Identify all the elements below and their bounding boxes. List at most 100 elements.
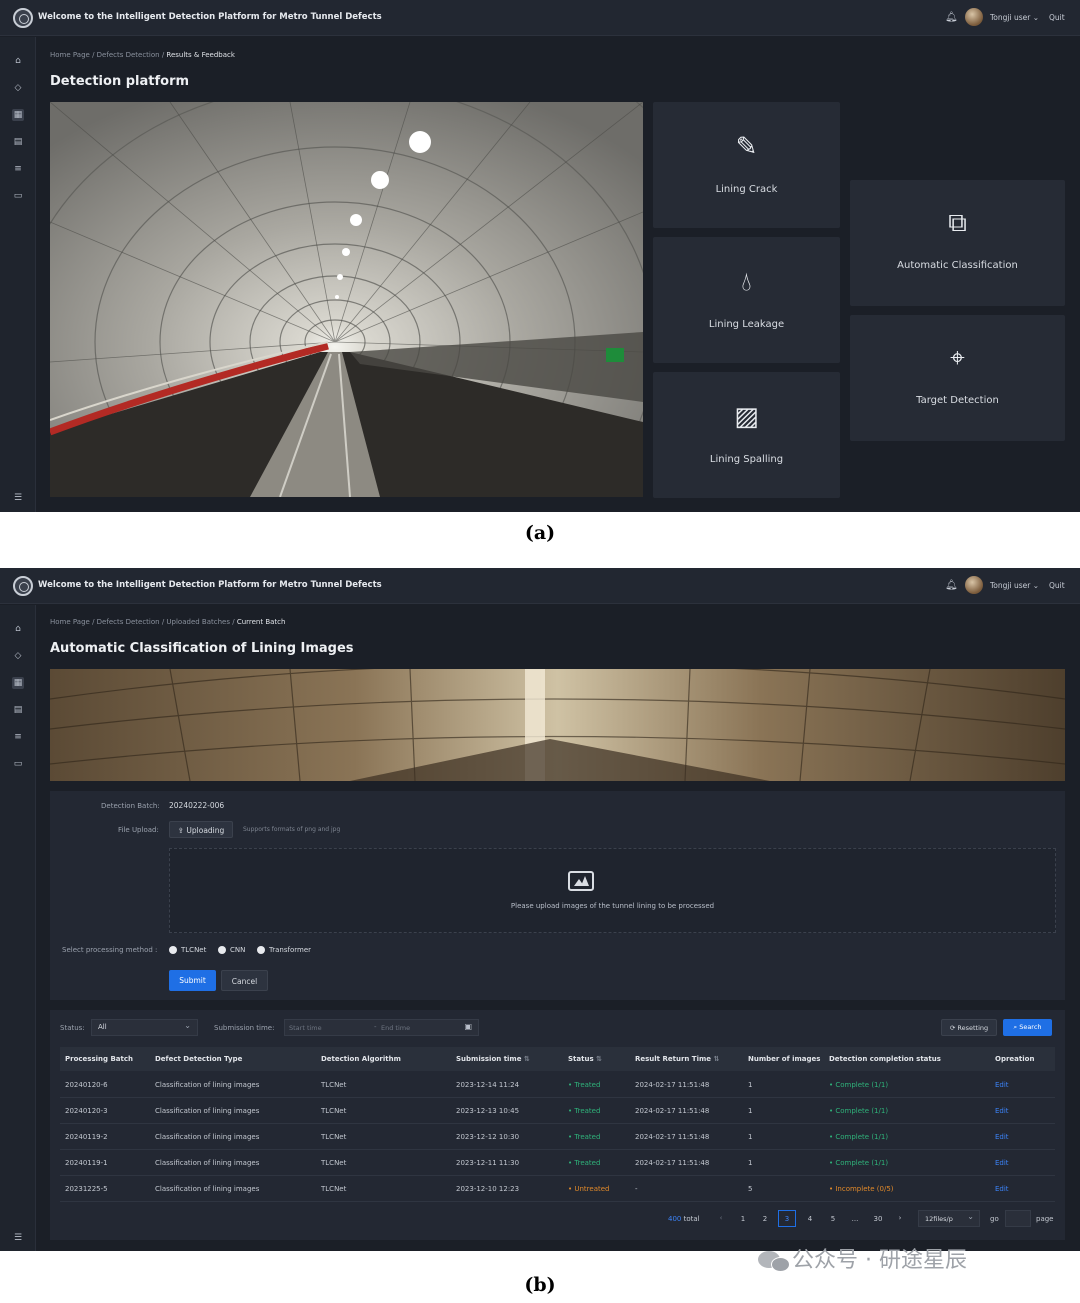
status-badge: • Treated [568, 1159, 601, 1167]
page-3-current[interactable]: 3 [778, 1210, 796, 1227]
home-icon[interactable]: ⌂ [12, 55, 24, 67]
completion-badge: • Incomplete (0/5) [829, 1185, 894, 1193]
tag-icon[interactable]: ◇ [12, 650, 24, 662]
row-divider [60, 1175, 1055, 1176]
sidebar: ⌂ ◇ ▦ ▤ ≡ ▭ ☰ [0, 605, 36, 1251]
app-title: Welcome to the Intelligent Detection Pla… [38, 580, 382, 590]
collapse-menu-icon[interactable]: ☰ [12, 1232, 24, 1244]
table-icon[interactable]: ▦ [12, 109, 24, 121]
table-icon[interactable]: ▦ [12, 677, 24, 689]
submission-time-label: Submission time: [214, 1024, 275, 1032]
water-drop-icon: 💧︎ [741, 267, 752, 297]
settings-sliders-icon[interactable]: ≡ [12, 731, 24, 743]
chart-image-icon: ▨ [734, 402, 759, 432]
page-4[interactable]: 4 [804, 1215, 816, 1223]
prev-page-button[interactable]: ‹ [716, 1214, 726, 1222]
quit-link[interactable]: Quit [1049, 581, 1065, 590]
radio-cnn[interactable] [218, 946, 226, 954]
status-filter-label: Status: [60, 1024, 85, 1032]
caption-a: (a) [524, 522, 556, 544]
row-divider [60, 1097, 1055, 1098]
avatar[interactable] [965, 8, 983, 26]
col-status[interactable]: Status ⇅ [568, 1055, 602, 1063]
sort-icon: ⇅ [523, 1055, 530, 1063]
reset-button[interactable]: ⟳ Resetting [941, 1019, 997, 1036]
col-defect-type: Defect Detection Type [155, 1055, 243, 1063]
date-range-picker[interactable]: Start time - End time ▣ [284, 1019, 479, 1036]
col-algorithm: Detection Algorithm [321, 1055, 401, 1063]
document-icon[interactable]: ▤ [12, 704, 24, 716]
lining-crack-card[interactable]: ✎ Lining Crack [653, 102, 840, 228]
user-menu[interactable]: Tongji user ⌄ [990, 581, 1039, 590]
image-upload-icon [568, 871, 594, 891]
edit-link[interactable]: Edit [995, 1081, 1009, 1089]
completion-badge: • Complete (1/1) [829, 1133, 889, 1141]
settings-sliders-icon[interactable]: ≡ [12, 163, 24, 175]
status-badge: • Treated [568, 1081, 601, 1089]
page-5[interactable]: 5 [827, 1215, 839, 1223]
edit-link[interactable]: Edit [995, 1185, 1009, 1193]
col-completion-status: Detection completion status [829, 1055, 941, 1063]
caption-b: (b) [524, 1274, 556, 1296]
upload-icon: ⇪ [177, 826, 184, 835]
tunnel-banner-photo [50, 669, 1065, 781]
status-select[interactable]: All ⌄ [91, 1019, 198, 1036]
target-detection-card[interactable]: ⌖ Target Detection [850, 315, 1065, 441]
col-submission-time[interactable]: Submission time ⇅ [456, 1055, 530, 1063]
col-result-return-time[interactable]: Result Return Time ⇅ [635, 1055, 719, 1063]
search-button[interactable]: ⌕ Search [1003, 1019, 1052, 1036]
upload-dropzone[interactable]: Please upload images of the tunnel linin… [169, 848, 1056, 933]
document-icon[interactable]: ▤ [12, 136, 24, 148]
edit-link[interactable]: Edit [995, 1107, 1009, 1115]
user-menu[interactable]: Tongji user ⌄ [990, 13, 1039, 22]
status-badge: • Treated [568, 1107, 601, 1115]
radio-tlcnet[interactable] [169, 946, 177, 954]
bell-icon[interactable]: 🔔︎ [945, 580, 958, 591]
row-divider [60, 1201, 1055, 1202]
page-2[interactable]: 2 [759, 1215, 771, 1223]
card-label: Lining Leakage [708, 319, 785, 330]
lining-leakage-card[interactable]: 💧︎ Lining Leakage [653, 237, 840, 363]
col-processing-batch: Processing Batch [65, 1055, 133, 1063]
edit-image-icon: ✎ [735, 132, 758, 162]
page-jump-input[interactable] [1005, 1210, 1031, 1227]
radio-transformer[interactable] [257, 946, 265, 954]
avatar[interactable] [965, 576, 983, 594]
batch-table-panel [50, 1010, 1065, 1240]
quit-link[interactable]: Quit [1049, 13, 1065, 22]
top-bar: Welcome to the Intelligent Detection Pla… [0, 0, 1080, 36]
page-ellipsis[interactable]: ... [848, 1215, 862, 1223]
page-1[interactable]: 1 [737, 1215, 749, 1223]
method-label: Select processing method : [62, 946, 158, 954]
card-label: Automatic Classification [897, 260, 1018, 271]
university-logo [13, 576, 33, 596]
home-icon[interactable]: ⌂ [12, 623, 24, 635]
batch-label: Detection Batch: [101, 802, 160, 810]
chevron-down-icon: ⌄ [184, 1021, 191, 1030]
page-title: Automatic Classification of Lining Image… [50, 641, 354, 656]
uploading-button[interactable]: ⇪ Uploading [169, 821, 233, 838]
bell-icon[interactable]: 🔔︎ [945, 12, 958, 23]
layers-icon[interactable]: ▭ [12, 190, 24, 202]
automatic-classification-card[interactable]: ⧉ Automatic Classification [850, 180, 1065, 306]
tag-icon[interactable]: ◇ [12, 82, 24, 94]
submit-button[interactable]: Submit [169, 970, 216, 991]
edit-link[interactable]: Edit [995, 1159, 1009, 1167]
cancel-button[interactable]: Cancel [221, 970, 268, 991]
total-count: 400 total [668, 1215, 700, 1223]
top-bar: Welcome to the Intelligent Detection Pla… [0, 568, 1080, 604]
row-divider [60, 1149, 1055, 1150]
col-operation: Opreation [995, 1055, 1035, 1063]
radio-label-transformer: Transformer [269, 946, 312, 954]
page-30[interactable]: 30 [870, 1215, 886, 1223]
edit-link[interactable]: Edit [995, 1133, 1009, 1141]
go-label: go [990, 1215, 999, 1223]
sort-icon: ⇅ [596, 1055, 602, 1063]
completion-badge: • Complete (1/1) [829, 1107, 889, 1115]
per-page-select[interactable]: 12files/p ⌄ [918, 1210, 980, 1227]
layers-icon[interactable]: ▭ [12, 758, 24, 770]
next-page-button[interactable]: › [895, 1214, 905, 1222]
calendar-icon: ▣ [464, 1022, 472, 1031]
lining-spalling-card[interactable]: ▨ Lining Spalling [653, 372, 840, 498]
collapse-menu-icon[interactable]: ☰ [12, 492, 24, 504]
